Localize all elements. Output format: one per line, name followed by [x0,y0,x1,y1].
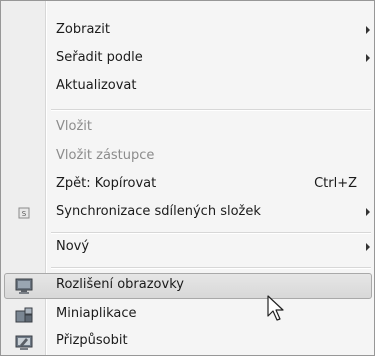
menu-item-label: Nový [56,239,90,254]
menu-item-screen-resolution[interactable]: Rozlišení obrazovky [4,273,372,299]
menu-separator [51,267,371,269]
menu-item-undo-copy[interactable]: Zpět: Kopírovat Ctrl+Z [4,172,372,198]
mouse-pointer-icon [267,295,287,327]
personalize-icon [14,332,34,352]
menu-item-paste: Vložit [4,115,372,141]
menu-item-new[interactable]: Nový [4,235,372,261]
submenu-arrow-icon [366,26,370,34]
gadgets-icon [14,305,34,325]
menu-item-view[interactable]: Zobrazit [4,18,372,44]
menu-item-label: Vložit zástupce [56,148,155,163]
submenu-arrow-icon [366,208,370,216]
menu-item-gadgets[interactable]: Miniaplikace [4,302,372,328]
menu-item-label: Synchronizace sdílených složek [56,204,261,219]
submenu-arrow-icon [366,243,370,251]
sync-share-icon: S [14,203,34,223]
menu-item-label: Miniaplikace [56,306,137,321]
menu-item-label: Přizpůsobit [56,333,128,348]
menu-item-label: Aktualizovat [56,78,137,93]
menu-item-paste-shortcut: Vložit zástupce [4,144,372,170]
menu-item-label: Rozlišení obrazovky [56,277,184,292]
menu-item-sync-shared-folders[interactable]: S Synchronizace sdílených složek [4,200,372,226]
menu-item-label: Seřadit podle [56,50,143,65]
menu-item-shortcut: Ctrl+Z [314,176,357,191]
desktop-context-menu: Zobrazit Seřadit podle Aktualizovat Vlož… [0,0,375,356]
menu-item-refresh[interactable]: Aktualizovat [4,74,372,100]
menu-separator [51,109,371,111]
menu-item-sort-by[interactable]: Seřadit podle [4,46,372,72]
menu-item-label: Zobrazit [56,22,110,37]
menu-item-label: Vložit [56,119,92,134]
submenu-arrow-icon [366,54,370,62]
screen-resolution-icon [14,276,34,296]
menu-item-personalize[interactable]: Přizpůsobit [4,329,372,355]
menu-separator [51,232,371,234]
menu-item-label: Zpět: Kopírovat [56,176,157,191]
svg-text:S: S [22,210,27,218]
